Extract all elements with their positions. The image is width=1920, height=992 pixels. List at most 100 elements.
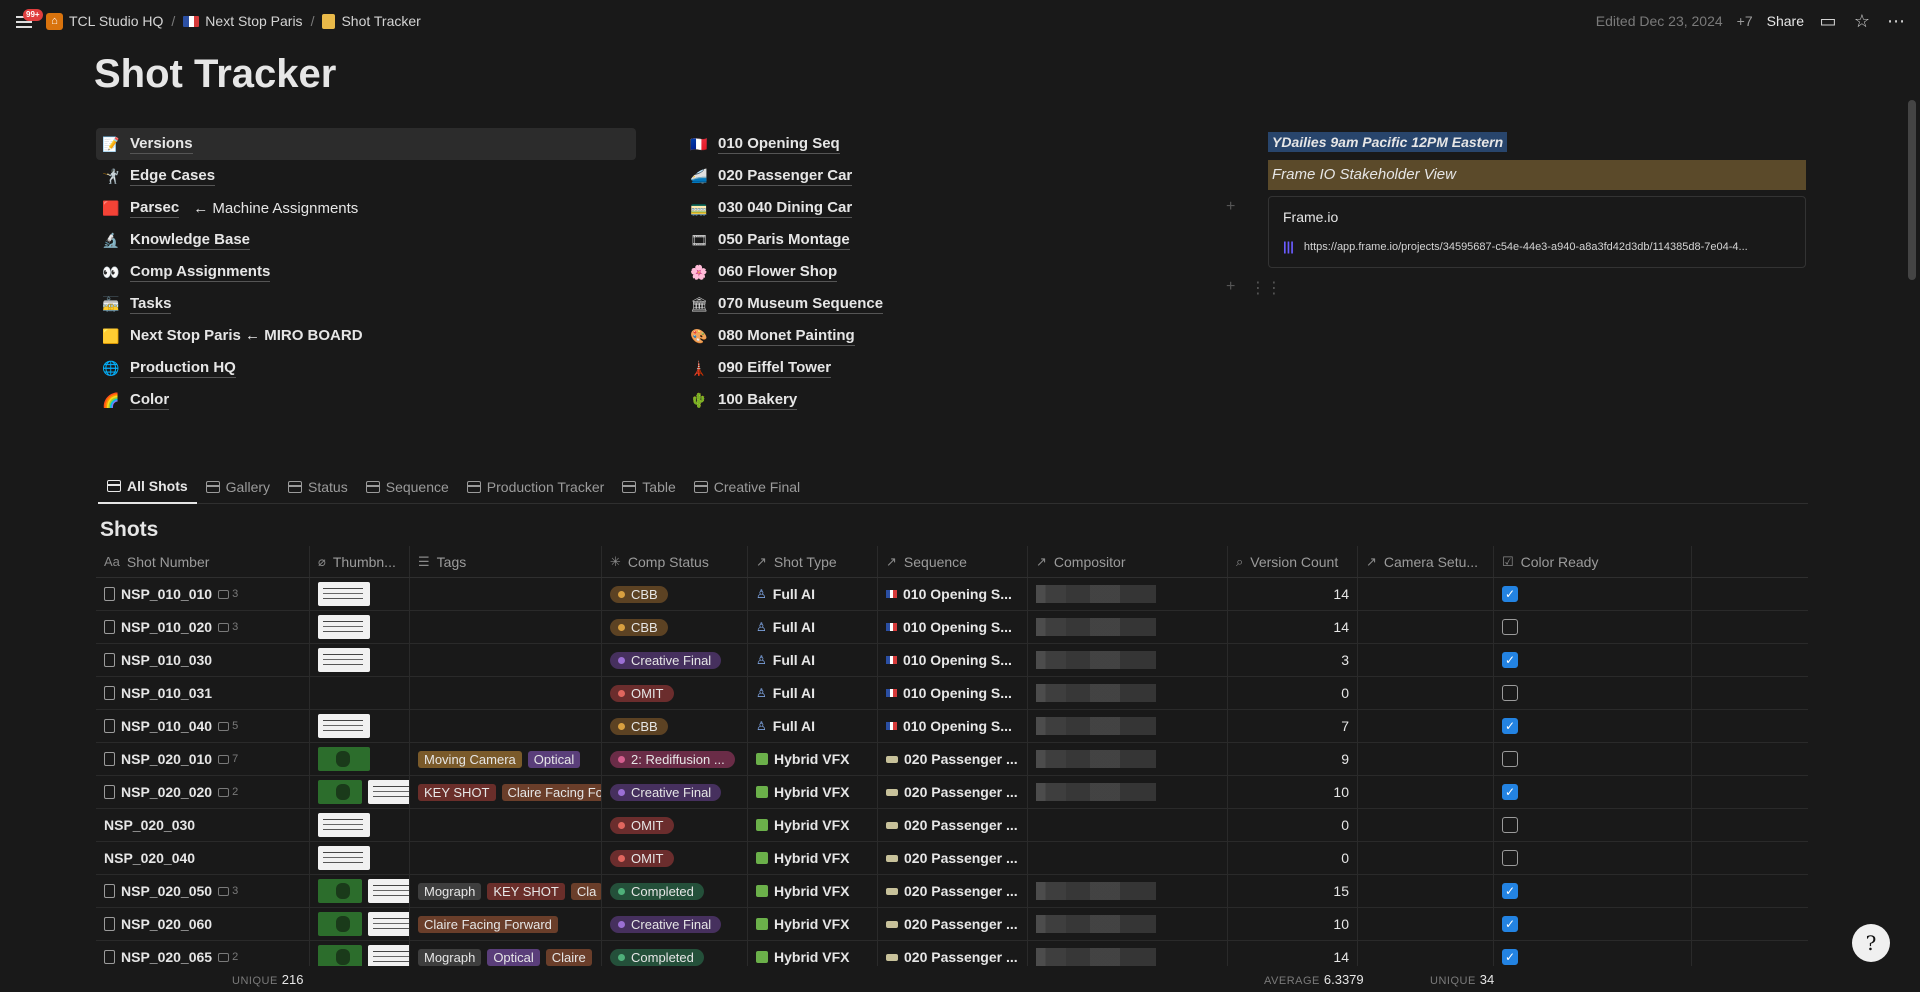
compositor-cell[interactable] [1028, 710, 1228, 742]
table-row[interactable]: NSP_010_020 3 CBB ♙ Full AI 010 Opening S... 1… [96, 611, 1808, 644]
version-count-aggregate[interactable]: AVERAGE 6.3379 [1264, 972, 1364, 987]
color-ready-checkbox[interactable] [1502, 817, 1518, 833]
camera-setup-cell[interactable] [1358, 809, 1494, 841]
sequence-cell[interactable]: 010 Opening S... [878, 578, 1028, 610]
sequence-cell[interactable]: 010 Opening S... [878, 611, 1028, 643]
camera-setup-cell[interactable] [1358, 611, 1494, 643]
color-ready-checkbox[interactable]: ✓ [1502, 949, 1518, 965]
thumbnail-image[interactable] [368, 879, 409, 903]
sequence-cell[interactable]: 020 Passenger ... [878, 809, 1028, 841]
tags-cell[interactable] [410, 710, 602, 742]
more-options-icon[interactable]: ⋯ [1886, 11, 1906, 32]
shot-number-aggregate[interactable]: UNIQUE 216 [232, 972, 303, 987]
shot-type-cell[interactable]: ♙ Full AI [748, 677, 878, 709]
table-row[interactable]: NSP_020_040 OMIT Hybrid VFX 020 Passenger .… [96, 842, 1808, 875]
comment-icon[interactable]: ▭ [1818, 11, 1838, 32]
tags-cell[interactable] [410, 809, 602, 841]
column-header-comp-status[interactable]: ✳ Comp Status [602, 546, 748, 577]
tab-creative-final[interactable]: Creative Final [685, 470, 809, 504]
thumbnail-image[interactable] [318, 714, 370, 738]
comp-status-cell[interactable]: Completed [602, 875, 748, 907]
link-sequence-030-040[interactable]: 🚃 030 040 Dining Car [684, 192, 1044, 224]
comp-status-cell[interactable]: OMIT [602, 809, 748, 841]
tags-cell[interactable] [410, 578, 602, 610]
thumbnail-cell[interactable] [310, 710, 410, 742]
frameio-bookmark[interactable]: Frame.io ||| https://app.frame.io/projec… [1268, 196, 1806, 268]
camera-setup-cell[interactable] [1358, 842, 1494, 874]
link-comp-assignments[interactable]: 👀 Comp Assignments [96, 256, 636, 288]
compositor-cell[interactable] [1028, 875, 1228, 907]
share-button[interactable]: Share [1767, 13, 1804, 29]
link-color[interactable]: 🌈 Color [96, 384, 636, 416]
shot-type-cell[interactable]: ♙ Full AI [748, 644, 878, 676]
comp-status-cell[interactable]: 2: Rediffusion ... [602, 743, 748, 775]
shot-type-cell[interactable]: Hybrid VFX [748, 875, 878, 907]
comment-count[interactable]: 2 [218, 951, 238, 963]
shot-type-cell[interactable]: Hybrid VFX [748, 743, 878, 775]
thumbnail-cell[interactable] [310, 776, 410, 808]
shot-number-cell[interactable]: NSP_020_060 [96, 908, 310, 940]
column-header-shot-number[interactable]: Aa Shot Number [96, 546, 310, 577]
shot-type-cell[interactable]: ♙ Full AI [748, 611, 878, 643]
sequence-cell[interactable]: 010 Opening S... [878, 710, 1028, 742]
page-scrollbar[interactable] [1908, 100, 1916, 280]
color-ready-checkbox[interactable]: ✓ [1502, 916, 1518, 932]
color-ready-cell[interactable] [1494, 677, 1692, 709]
shot-type-cell[interactable]: ♙ Full AI [748, 710, 878, 742]
tags-cell[interactable] [410, 644, 602, 676]
thumbnail-image[interactable] [318, 813, 370, 837]
color-ready-cell[interactable]: ✓ [1494, 644, 1692, 676]
thumbnail-cell[interactable] [310, 611, 410, 643]
thumbnail-cell[interactable] [310, 578, 410, 610]
color-ready-checkbox[interactable]: ✓ [1502, 718, 1518, 734]
compositor-cell[interactable] [1028, 842, 1228, 874]
tab-all-shots[interactable]: All Shots [98, 470, 197, 504]
color-ready-checkbox[interactable] [1502, 619, 1518, 635]
thumbnail-image[interactable] [368, 912, 409, 936]
sequence-cell[interactable]: 020 Passenger ... [878, 875, 1028, 907]
tab-gallery[interactable]: Gallery [197, 470, 279, 504]
tags-cell[interactable]: KEY SHOT Claire Facing Fo [410, 776, 602, 808]
table-row[interactable]: NSP_020_060 Claire Facing Forward Creative… [96, 908, 1808, 941]
color-ready-checkbox[interactable] [1502, 850, 1518, 866]
drag-handle-icon[interactable]: ⋮⋮ [1250, 278, 1282, 298]
comment-count[interactable]: 3 [218, 885, 238, 897]
color-ready-cell[interactable] [1494, 611, 1692, 643]
link-sequence-050[interactable]: 🎞 050 Paris Montage [684, 224, 1044, 256]
tab-table[interactable]: Table [613, 470, 684, 504]
compositor-cell[interactable] [1028, 644, 1228, 676]
table-row[interactable]: NSP_010_031 OMIT ♙ Full AI 010 Opening S... 0 [96, 677, 1808, 710]
link-sequence-100[interactable]: 🌵 100 Bakery [684, 384, 1044, 416]
link-knowledge-base[interactable]: 🔬 Knowledge Base [96, 224, 636, 256]
link-sequence-080[interactable]: 🎨 080 Monet Painting [684, 320, 1044, 352]
compositor-cell[interactable] [1028, 809, 1228, 841]
tab-production-tracker[interactable]: Production Tracker [458, 470, 614, 504]
thumbnail-cell[interactable] [310, 842, 410, 874]
shot-type-cell[interactable]: Hybrid VFX [748, 809, 878, 841]
tab-status[interactable]: Status [279, 470, 357, 504]
column-header-tags[interactable]: ☰ Tags [410, 546, 602, 577]
thumbnail-cell[interactable] [310, 743, 410, 775]
link-edge-cases[interactable]: 🤺 Edge Cases [96, 160, 636, 192]
shot-type-cell[interactable]: Hybrid VFX [748, 842, 878, 874]
tab-sequence[interactable]: Sequence [357, 470, 458, 504]
shot-number-cell[interactable]: NSP_010_020 3 [96, 611, 310, 643]
breadcrumb-workspace[interactable]: ⌂ TCL Studio HQ [42, 11, 167, 32]
sequence-cell[interactable]: 020 Passenger ... [878, 776, 1028, 808]
compositor-cell[interactable] [1028, 677, 1228, 709]
comp-status-cell[interactable]: CBB [602, 710, 748, 742]
shot-number-cell[interactable]: NSP_020_030 [96, 809, 310, 841]
color-ready-checkbox[interactable]: ✓ [1502, 586, 1518, 602]
link-sequence-070[interactable]: 🏛 070 Museum Sequence [684, 288, 1044, 320]
table-row[interactable]: NSP_020_020 2 KEY SHOT Claire Facing Fo Crea… [96, 776, 1808, 809]
color-ready-checkbox[interactable]: ✓ [1502, 784, 1518, 800]
comp-status-cell[interactable]: Creative Final [602, 776, 748, 808]
sequence-cell[interactable]: 010 Opening S... [878, 677, 1028, 709]
camera-setup-cell[interactable] [1358, 908, 1494, 940]
column-header-camera-setup[interactable]: ↗ Camera Setu... [1358, 546, 1494, 577]
star-icon[interactable]: ☆ [1852, 11, 1872, 32]
shot-type-cell[interactable]: ♙ Full AI [748, 578, 878, 610]
thumbnail-image[interactable] [318, 615, 370, 639]
thumbnail-cell[interactable] [310, 908, 410, 940]
color-ready-cell[interactable] [1494, 743, 1692, 775]
